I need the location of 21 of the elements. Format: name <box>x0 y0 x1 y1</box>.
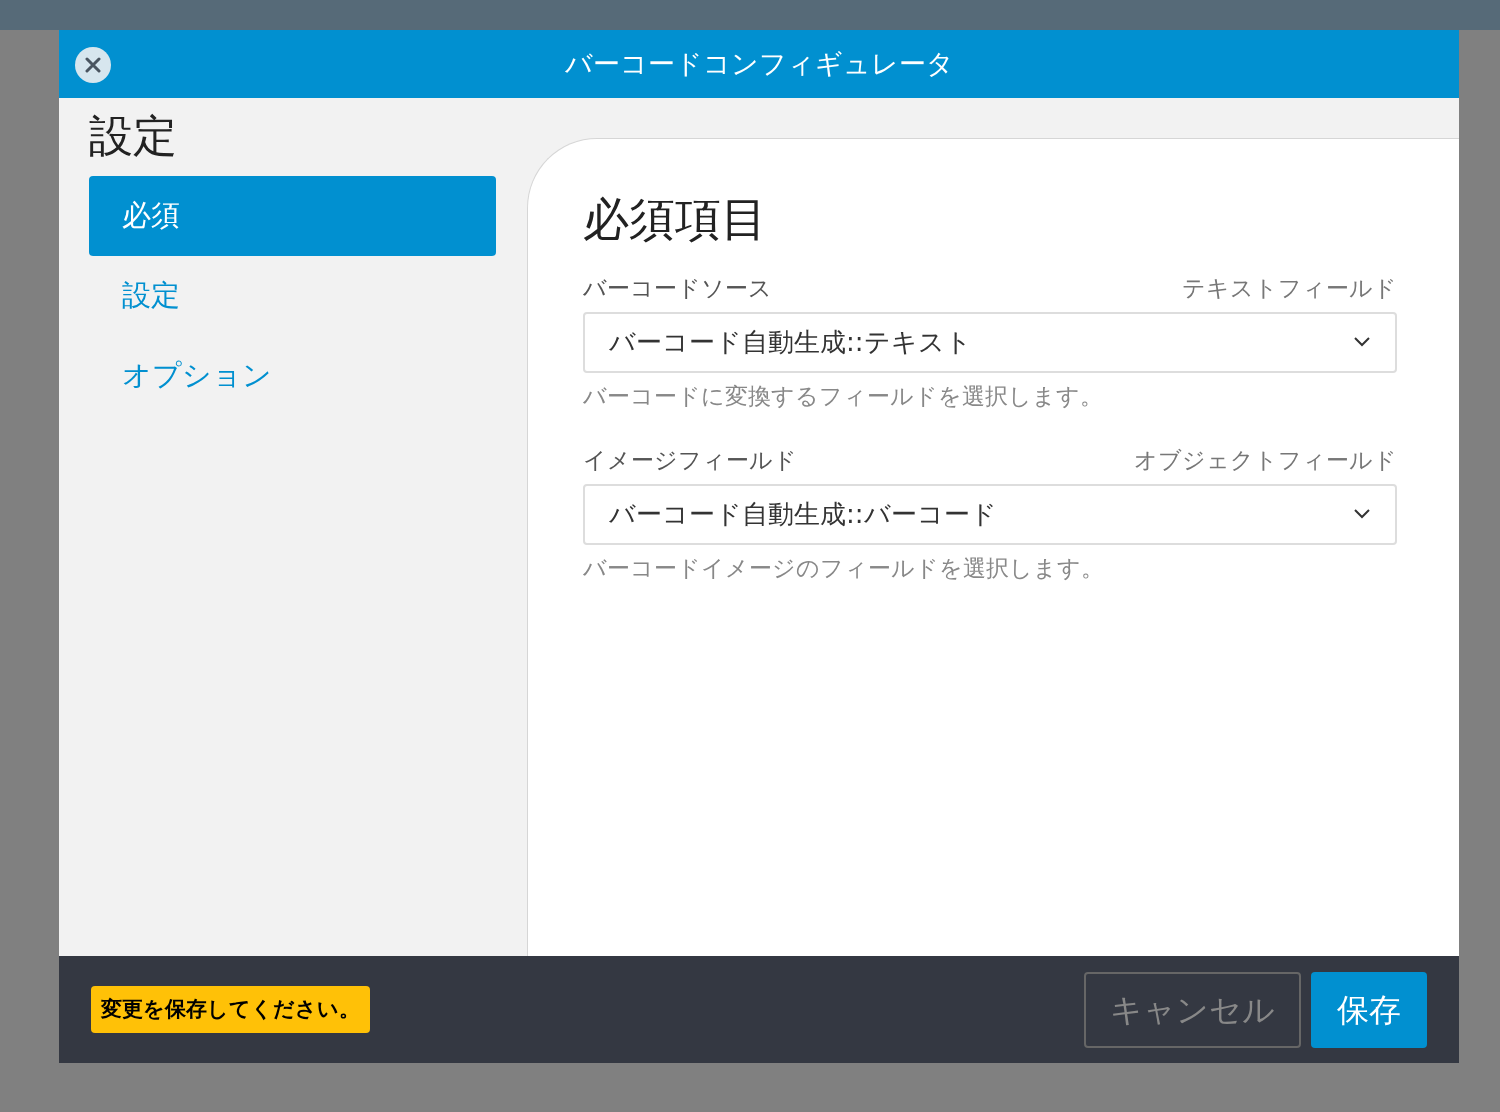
dropdown-field[interactable]: バーコード自動生成::バーコード <box>583 483 1397 545</box>
close-button[interactable] <box>75 47 111 83</box>
sidebar-title: 設定 <box>89 110 178 162</box>
field-type-hint: テキストフィールド <box>1182 274 1397 303</box>
section-heading: 必須項目 <box>583 191 768 247</box>
sidebar-tab[interactable]: 必須 <box>89 176 496 256</box>
help-text: バーコードイメージのフィールドを選択します。 <box>583 553 1105 583</box>
field-label: イメージフィールド <box>583 446 797 475</box>
save-button[interactable]: 保存 <box>1311 971 1427 1048</box>
sidebar-tab[interactable]: オプション <box>89 336 496 416</box>
chevron-down-icon <box>1353 508 1371 520</box>
help-text: バーコードに変換するフィールドを選択します。 <box>583 381 1104 411</box>
close-icon <box>85 57 101 73</box>
field-label: バーコードソース <box>583 274 772 303</box>
chevron-down-icon <box>1353 336 1371 348</box>
field-type-hint: オブジェクトフィールド <box>1134 446 1397 475</box>
cancel-button[interactable]: キャンセル <box>1084 971 1301 1048</box>
dropdown-field[interactable]: バーコード自動生成::テキスト <box>583 311 1397 373</box>
sidebar-tab[interactable]: 設定 <box>89 256 496 336</box>
unsaved-notice: 変更を保存してください。 <box>91 985 370 1034</box>
dialog-title: バーコードコンフィギュレータ <box>564 46 954 81</box>
